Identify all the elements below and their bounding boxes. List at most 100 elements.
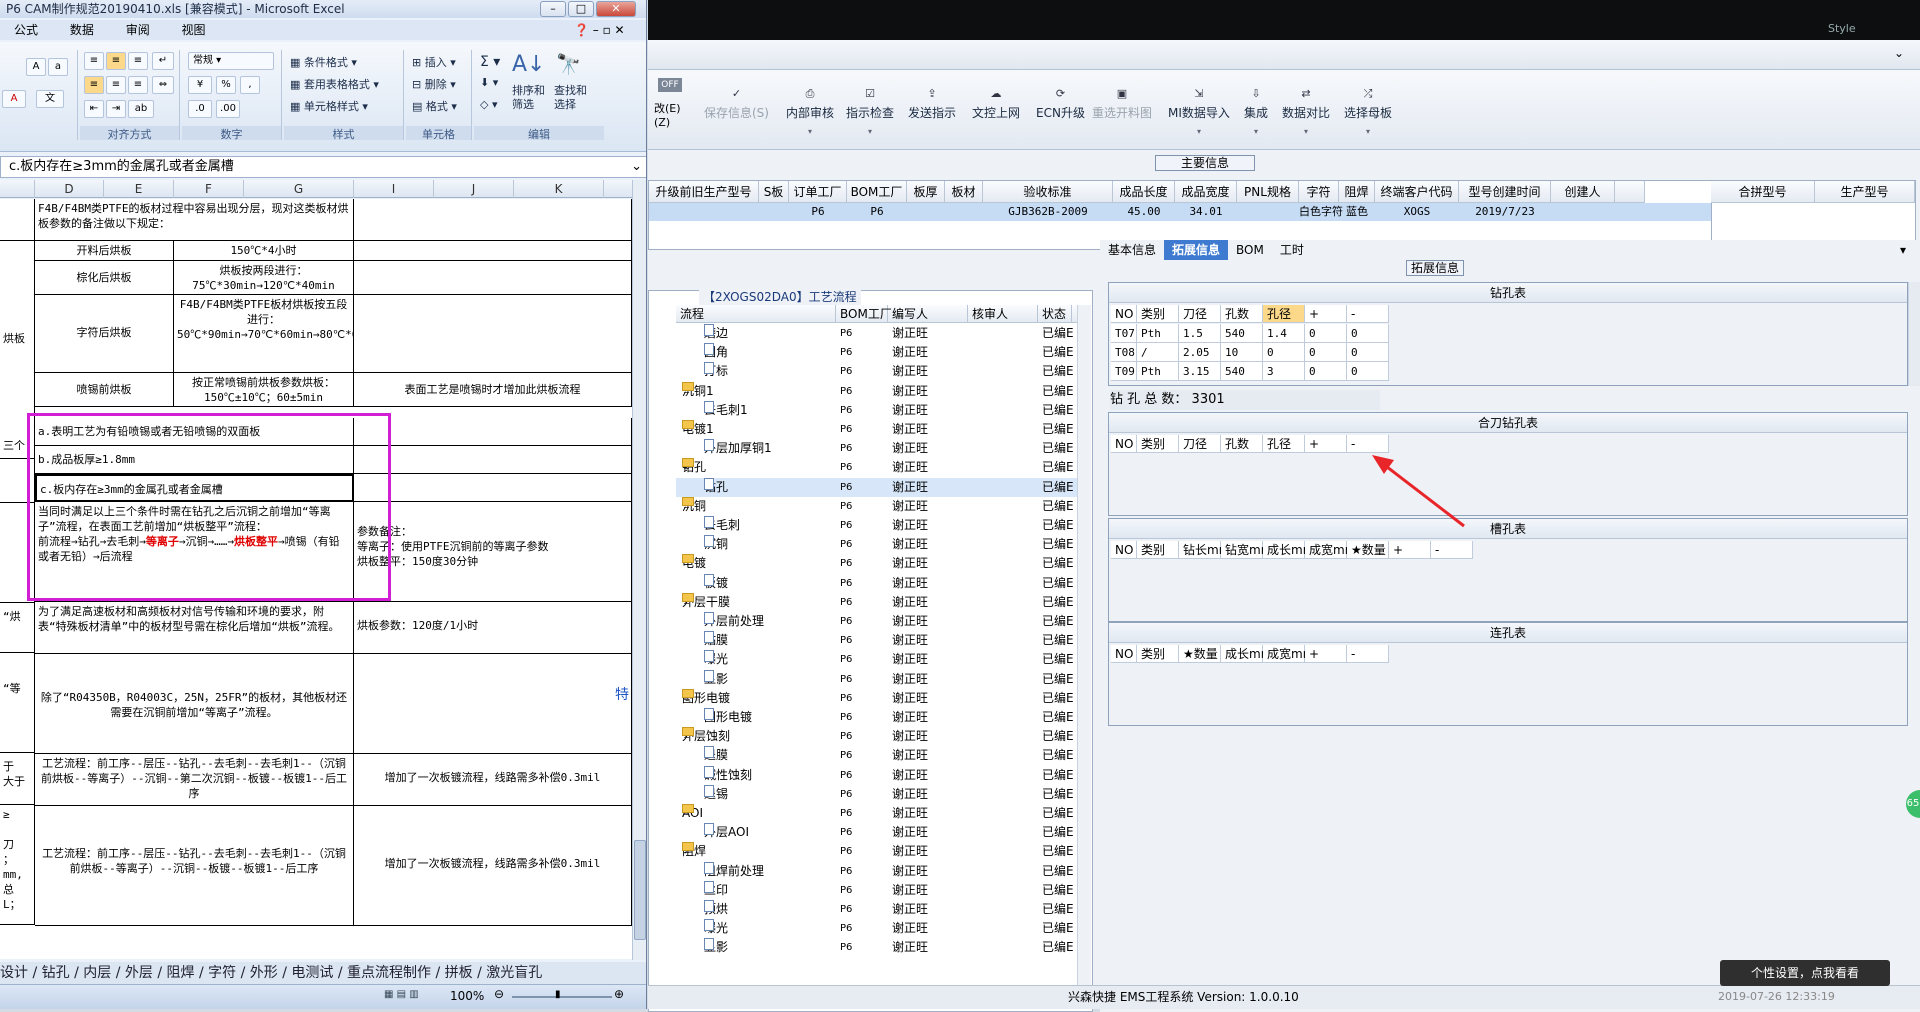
table-cell[interactable]: /	[1137, 343, 1179, 362]
modify-button[interactable]: 改(E)	[654, 100, 681, 116]
z-button[interactable]: (Z)	[654, 116, 670, 129]
cond-format-button[interactable]: ▦ 条件格式 ▾	[290, 54, 357, 70]
column-header-j[interactable]: J	[434, 180, 514, 198]
find-select-label[interactable]: 查找和 选择	[554, 84, 587, 112]
merge-icon[interactable]: ⇔	[152, 76, 174, 94]
grid-cell[interactable]: 34.01	[1175, 203, 1237, 221]
table-header[interactable]: 孔径	[1263, 305, 1305, 323]
process-row[interactable]: − 沉铜 P6 谢正旺 已编E	[676, 496, 1086, 516]
align-top-icon[interactable]: ≡	[84, 52, 104, 70]
indent-increase-icon[interactable]: ⇥	[106, 100, 126, 118]
table-header[interactable]: +	[1305, 305, 1347, 323]
table-cell[interactable]: T08	[1111, 343, 1137, 362]
tooltip[interactable]: 个性设置，点我看看	[1720, 960, 1890, 986]
process-row[interactable]: 碱性蚀刻 P6 谢正旺 已编E	[676, 765, 1086, 785]
process-row[interactable]: − 钻孔 P6 谢正旺 已编E	[676, 458, 1086, 477]
process-row[interactable]: 曝光 P6 谢正旺 已编E	[676, 650, 1086, 669]
minimize-icon[interactable]: –	[540, 1, 566, 17]
table-header[interactable]: 成宽mm	[1305, 541, 1356, 559]
process-row[interactable]: 外层AOI P6 谢正旺 已编E	[676, 823, 1086, 842]
sheet-tab[interactable]: 外形	[250, 965, 278, 981]
process-row[interactable]: − AOI P6 谢正旺 已编E	[676, 804, 1086, 823]
table-header[interactable]: -	[1431, 541, 1473, 559]
insert-button[interactable]: ⊞ 插入 ▾	[412, 54, 456, 70]
chevron-down-icon[interactable]: ⌄	[1894, 46, 1904, 60]
process-row[interactable]: 图形电镀 P6 谢正旺 已编E	[676, 708, 1086, 727]
table-header[interactable]: 类别	[1137, 645, 1179, 663]
reselect-image-button[interactable]: ▣ 重选开料图	[1092, 88, 1152, 121]
cell-r9c[interactable]: 参数备注： 等离子：使用PTFE沉铜前的等离子参数 烘板整平：150度30分钟	[354, 502, 632, 602]
cell-r10[interactable]: 为了满足高速板材和高频板材对信号传输和环境的要求，附表“特殊板材清单”中的板材型…	[35, 602, 354, 654]
table-header[interactable]: 钻长mm	[1179, 541, 1230, 559]
grid-header[interactable]: 升级前旧生产型号	[649, 181, 759, 203]
process-row[interactable]: 阻焊前处理 P6 谢正旺 已编E	[676, 861, 1086, 881]
align-right-icon[interactable]: ≡	[128, 76, 148, 94]
cell-c-r8[interactable]: ≥ 刀 ； mm,总 L；	[0, 805, 35, 925]
grid-header[interactable]: 终端客户代码	[1375, 181, 1459, 203]
process-row[interactable]: − 阻焊 P6 谢正旺 已编E	[676, 842, 1086, 861]
grid-header[interactable]: 创建人	[1551, 181, 1615, 203]
table-header[interactable]: ★数量	[1179, 645, 1221, 663]
process-row[interactable]: 沉铜 P6 谢正旺 已编E	[676, 535, 1086, 554]
font-color-icon[interactable]: A	[2, 90, 26, 108]
process-row[interactable]: 外层前处理 P6 谢正旺 已编E	[676, 612, 1086, 631]
formula-bar[interactable]: c.板内存在≥3mm的金属孔或者金属槽 ⌄	[0, 156, 646, 178]
column-header-c[interactable]	[0, 180, 35, 198]
grid-cell[interactable]: P6	[847, 203, 907, 221]
cell-r5c[interactable]: 表面工艺是喷锡时才增加此烘板流程	[354, 373, 632, 407]
sheet-tab[interactable]: 重点流程制作	[347, 965, 431, 981]
align-middle-icon[interactable]: ≡	[106, 52, 126, 70]
column-header-e[interactable]: E	[104, 180, 174, 198]
table-header[interactable]: 刀径	[1179, 435, 1221, 453]
formula-expand-icon[interactable]: ⌄	[631, 157, 642, 177]
process-row[interactable]: 钻孔 P6 谢正旺 已编E	[676, 477, 1086, 497]
align-bottom-icon[interactable]: ≡	[128, 52, 148, 70]
find-icon[interactable]: 🔭	[556, 52, 581, 76]
table-format-button[interactable]: ▦ 套用表格格式 ▾	[290, 76, 379, 92]
cell-r13c[interactable]: 增加了一次板镀流程，线路需多补偿0.3mil	[354, 806, 632, 926]
process-row[interactable]: 显影 P6 谢正旺 已编E	[676, 938, 1086, 957]
process-row[interactable]: 圆角 P6 谢正旺 已编E	[676, 343, 1086, 362]
tab-extended-info[interactable]: 拓展信息	[1164, 240, 1229, 260]
process-row[interactable]: 磨边 P6 谢正旺 已编E	[676, 324, 1086, 343]
percent-icon[interactable]: %	[216, 76, 236, 94]
send-instruction-button[interactable]: ⇪ 发送指示	[908, 88, 956, 121]
cell-c-r7[interactable]: 于大于	[0, 753, 35, 805]
process-row[interactable]: − 外层蚀刻 P6 谢正旺 已编E	[676, 727, 1086, 746]
align-center-icon[interactable]: ≡	[106, 76, 126, 94]
table-cell[interactable]: T09	[1111, 362, 1137, 381]
decimal-increase-icon[interactable]: .0	[188, 100, 212, 118]
cell-r4c[interactable]	[354, 295, 632, 373]
column-header-i[interactable]: I	[354, 180, 434, 198]
align-left-icon[interactable]: ≡	[84, 76, 104, 94]
process-row[interactable]: − 电镀 P6 谢正旺 已编E	[676, 554, 1086, 573]
help-icon[interactable]: ❓ – ▫ ✕	[560, 20, 639, 40]
table-cell[interactable]: Pth	[1137, 324, 1179, 343]
grid-cell[interactable]: 2019/7/23	[1459, 203, 1551, 221]
process-row[interactable]: 曝光 P6 谢正旺 已编E	[676, 919, 1086, 938]
process-row[interactable]: 贴膜 P6 谢正旺 已编E	[676, 631, 1086, 650]
wrap-text-icon[interactable]: ↵	[152, 52, 174, 70]
zoom-thumb[interactable]: ▮	[555, 989, 561, 1000]
column-header-d[interactable]: D	[35, 180, 104, 198]
cell-r3b[interactable]: 烘板按两段进行：75℃*30min→120℃*40min	[174, 261, 354, 295]
grid-header[interactable]: 生产型号	[1815, 181, 1915, 203]
grid-header[interactable]: 成品宽度	[1175, 181, 1237, 203]
format-button[interactable]: ▤ 格式 ▾	[412, 98, 457, 114]
grid-header[interactable]: 验收标准	[983, 181, 1113, 203]
cell-r11c[interactable]: 特	[354, 654, 632, 754]
table-header[interactable]: 成宽mm	[1263, 645, 1314, 663]
data-compare-button[interactable]: ⇄ 数据对比 ▾	[1282, 88, 1330, 137]
cell-r1-note[interactable]	[354, 199, 632, 241]
dropdown-icon[interactable]: ▾	[1892, 240, 1914, 260]
view-buttons-icon[interactable]: ▦ ▤ ▥	[384, 989, 419, 1000]
tab-review[interactable]: 审阅	[112, 20, 164, 40]
process-row[interactable]: − 外层干膜 P6 谢正旺 已编E	[676, 592, 1086, 612]
process-header-cell[interactable]: 流程	[676, 305, 836, 323]
drill-scrollbar[interactable]	[1908, 282, 1920, 386]
select-mother-board-button[interactable]: ⤮ 选择母板 ▾	[1344, 88, 1392, 137]
process-row[interactable]: 去毛刺 P6 谢正旺 已编E	[676, 516, 1086, 535]
process-header-cell[interactable]: 核审人	[968, 305, 1038, 323]
orientation-icon[interactable]: ab	[128, 100, 154, 118]
sheet-tab[interactable]: 阻焊	[167, 965, 195, 981]
